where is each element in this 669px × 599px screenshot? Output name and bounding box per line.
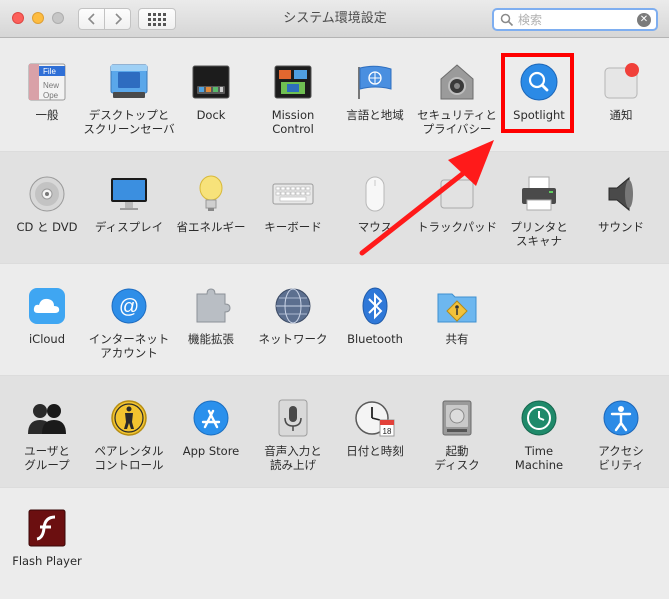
pane-internet-accounts[interactable]: @ インターネット アカウント — [88, 284, 170, 360]
chevron-right-icon — [114, 13, 122, 25]
accessibility-icon — [599, 396, 643, 440]
pane-extensions[interactable]: 機能拡張 — [170, 284, 252, 346]
keyboard-icon — [271, 172, 315, 216]
search-icon — [500, 13, 514, 26]
pane-sharing[interactable]: 共有 — [416, 284, 498, 346]
notifications-icon — [599, 60, 643, 104]
dock-icon — [189, 60, 233, 104]
grid-icon — [148, 12, 166, 26]
search-input[interactable]: 検索 — [518, 11, 637, 28]
pane-security-privacy[interactable]: セキュリティと プライバシー — [416, 60, 498, 136]
pane-parental-controls[interactable]: ペアレンタル コントロール — [88, 396, 170, 472]
pane-label: Flash Player — [12, 554, 82, 568]
pane-accessibility[interactable]: アクセシ ビリティ — [580, 396, 662, 472]
pane-mission-control[interactable]: Mission Control — [252, 60, 334, 136]
extensions-icon — [189, 284, 233, 328]
printers-scanners-icon — [517, 172, 561, 216]
general-icon: File New Ope — [25, 60, 69, 104]
cd-dvd-icon — [25, 172, 69, 216]
svg-text:Ope: Ope — [43, 91, 59, 100]
mission-control-icon — [271, 60, 315, 104]
pane-dock[interactable]: Dock — [170, 60, 252, 122]
zoom-window-button[interactable] — [52, 12, 64, 24]
minimize-window-button[interactable] — [32, 12, 44, 24]
pane-label: 通知 — [609, 108, 633, 122]
pane-desktop-screensaver[interactable]: デスクトップと スクリーンセーバ — [83, 60, 175, 136]
internet-accounts-icon: @ — [107, 284, 151, 328]
svg-text:New: New — [43, 81, 59, 90]
trackpad-icon — [435, 172, 479, 216]
pane-app-store[interactable]: App Store — [170, 396, 252, 458]
app-store-icon — [189, 396, 233, 440]
displays-icon — [107, 172, 151, 216]
search-field[interactable]: 検索 ✕ — [492, 8, 658, 31]
spotlight-highlight-box — [501, 53, 574, 133]
dictation-speech-icon — [271, 396, 315, 440]
bluetooth-icon — [353, 284, 397, 328]
pane-cd-dvd[interactable]: CD と DVD — [6, 172, 88, 234]
startup-disk-icon — [435, 396, 479, 440]
energy-saver-icon — [189, 172, 233, 216]
pane-mouse[interactable]: マウス — [334, 172, 416, 234]
pane-label: サウンド — [598, 220, 644, 234]
pane-startup-disk[interactable]: 起動 ディスク — [416, 396, 498, 472]
row-other — [0, 487, 669, 599]
pane-flash-player[interactable]: Flash Player — [6, 506, 88, 568]
pane-network[interactable]: ネットワーク — [252, 284, 334, 346]
pane-displays[interactable]: ディスプレイ — [88, 172, 170, 234]
chevron-left-icon — [87, 13, 95, 25]
close-window-button[interactable] — [12, 12, 24, 24]
pane-printers-scanners[interactable]: プリンタと スキャナ — [498, 172, 580, 248]
users-groups-icon — [25, 396, 69, 440]
pane-sound[interactable]: サウンド — [580, 172, 662, 234]
pane-keyboard[interactable]: キーボード — [252, 172, 334, 234]
pane-users-groups[interactable]: ユーザと グループ — [6, 396, 88, 472]
pane-date-time[interactable]: 18 日付と時刻 — [334, 396, 416, 458]
pane-label: 共有 — [445, 332, 469, 346]
window-title: システム環境設定 — [283, 11, 387, 26]
security-privacy-icon — [435, 60, 479, 104]
pane-label: アクセシ ビリティ — [598, 444, 644, 472]
sound-icon — [599, 172, 643, 216]
date-time-icon: 18 — [353, 396, 397, 440]
desktop-screensaver-icon — [107, 60, 151, 104]
mouse-icon — [353, 172, 397, 216]
pane-general[interactable]: File New Ope 一般 — [6, 60, 88, 122]
time-machine-icon — [517, 396, 561, 440]
pane-trackpad[interactable]: トラックパッド — [416, 172, 498, 234]
network-icon — [271, 284, 315, 328]
clear-search-icon[interactable]: ✕ — [637, 12, 651, 27]
show-all-button[interactable] — [138, 8, 176, 30]
toolbar: システム環境設定 検索 ✕ — [0, 0, 669, 38]
system-preferences-window: システム環境設定 検索 ✕ File New Ope 一般 デスクトップと スク… — [0, 0, 669, 599]
pane-bluetooth[interactable]: Bluetooth — [334, 284, 416, 346]
pane-energy-saver[interactable]: 省エネルギー — [170, 172, 252, 234]
parental-controls-icon — [107, 396, 151, 440]
svg-text:18: 18 — [383, 427, 392, 436]
pane-time-machine[interactable]: Time Machine — [498, 396, 580, 472]
back-button[interactable] — [78, 8, 105, 30]
pane-notifications[interactable]: 通知 — [580, 60, 662, 122]
forward-button[interactable] — [104, 8, 131, 30]
pane-dictation-speech[interactable]: 音声入力と 読み上げ — [252, 396, 334, 472]
flash-player-icon — [25, 506, 69, 550]
icloud-icon — [25, 284, 69, 328]
pane-language-region[interactable]: 言語と地域 — [334, 60, 416, 122]
svg-text:@: @ — [119, 296, 139, 318]
language-region-icon — [353, 60, 397, 104]
pane-icloud[interactable]: iCloud — [6, 284, 88, 346]
svg-text:File: File — [43, 67, 56, 76]
sharing-icon — [435, 284, 479, 328]
